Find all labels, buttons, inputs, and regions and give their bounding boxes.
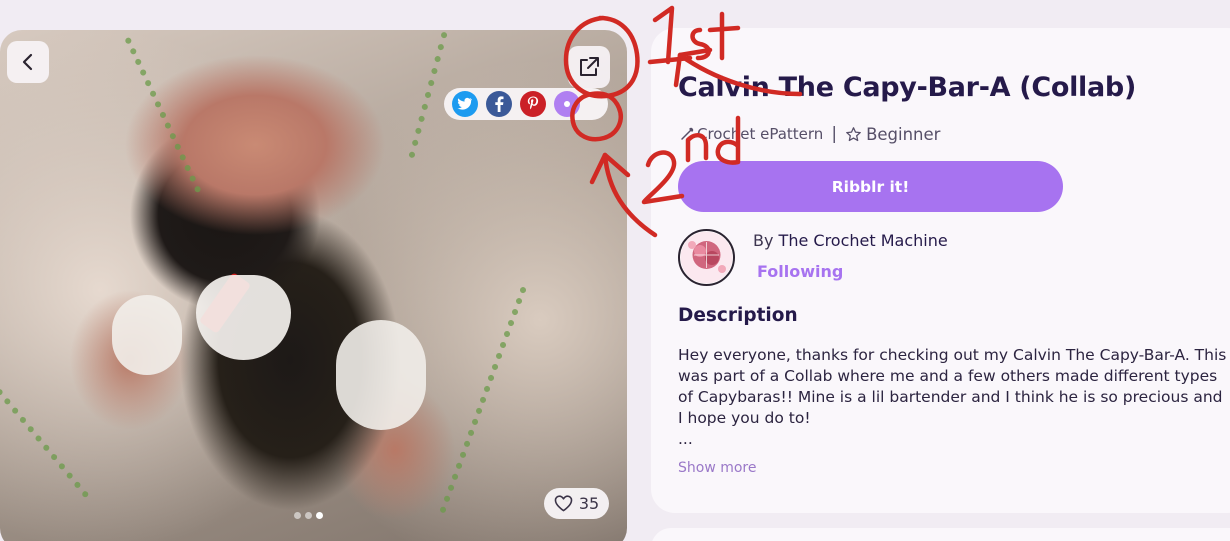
cuff-detail [336, 320, 426, 430]
facebook-share-icon[interactable] [486, 91, 512, 117]
description-ellipsis: ... [678, 430, 693, 448]
star-icon [846, 126, 861, 141]
difficulty-level: Beginner [866, 124, 941, 144]
carousel-dot-active[interactable] [316, 512, 323, 519]
vine-decoration [408, 31, 448, 159]
twitter-share-icon[interactable] [452, 91, 478, 117]
share-button[interactable] [568, 46, 610, 88]
share-options [444, 88, 608, 120]
facebook-icon [495, 96, 504, 112]
meta-divider: | [831, 124, 838, 144]
carousel-dot[interactable] [294, 512, 301, 519]
pinterest-share-icon[interactable] [520, 91, 546, 117]
external-link-icon [580, 57, 599, 76]
vine-decoration [124, 36, 202, 194]
byline-prefix: By [753, 231, 774, 250]
description-body: Hey everyone, thanks for checking out my… [678, 346, 1227, 427]
crochet-hook-icon [681, 127, 694, 140]
pinterest-icon [527, 96, 539, 110]
carousel-dots [294, 512, 323, 519]
author-avatar[interactable] [678, 229, 735, 286]
pattern-category[interactable]: Crochet ePattern [697, 125, 823, 143]
description-heading: Description [678, 305, 798, 326]
show-more-link[interactable]: Show more [678, 460, 757, 476]
pattern-meta: Crochet ePattern | Beginner [680, 124, 940, 144]
vine-decoration [439, 286, 527, 514]
secondary-card [651, 528, 1230, 541]
cuff-detail [112, 295, 182, 375]
author-name[interactable]: The Crochet Machine [779, 231, 948, 250]
ribblr-it-button[interactable]: Ribblr it! [678, 161, 1063, 212]
twitter-icon [457, 97, 472, 110]
vine-decoration [0, 341, 90, 499]
like-count: 35 [578, 494, 600, 513]
like-button[interactable]: 35 [544, 488, 609, 519]
collar-detail [196, 275, 291, 360]
share-icon [564, 101, 570, 107]
description-text: Hey everyone, thanks for checking out my… [678, 345, 1230, 450]
chevron-left-icon [22, 53, 33, 71]
back-button[interactable] [7, 41, 49, 83]
following-button[interactable]: Following [757, 262, 843, 281]
pattern-title: Calvin The Capy-Bar-A (Collab) [678, 72, 1137, 103]
author-byline: By The Crochet Machine [753, 231, 948, 250]
more-share-icon[interactable] [554, 91, 580, 117]
heart-icon [554, 495, 573, 512]
carousel-dot[interactable] [305, 512, 312, 519]
author-logo-icon [680, 231, 733, 284]
